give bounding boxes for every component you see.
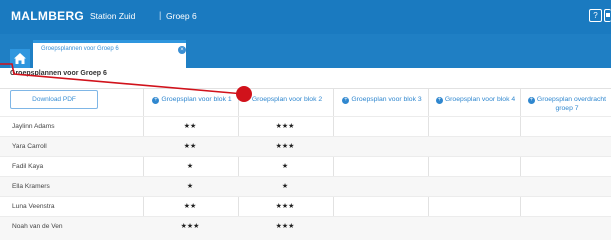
rating-blok-1: ★★ bbox=[183, 203, 197, 210]
plus-icon: + bbox=[435, 97, 443, 104]
student-name[interactable]: Yara Carroll bbox=[12, 143, 47, 150]
column-header-blok-3[interactable]: + Groepsplan voor blok 3 bbox=[336, 95, 428, 104]
school-name[interactable]: Station Zuid bbox=[90, 11, 135, 21]
breadcrumb-separator: | bbox=[159, 10, 162, 20]
group-name[interactable]: Groep 6 bbox=[166, 11, 197, 21]
column-header-blok-4[interactable]: + Groepsplan voor blok 4 bbox=[431, 95, 520, 104]
rating-blok-1: ★ bbox=[186, 183, 194, 190]
column-header-blok-2[interactable]: Groepsplan voor blok 2 bbox=[241, 95, 333, 104]
student-name[interactable]: Luna Veenstra bbox=[12, 203, 55, 210]
logout-icon[interactable] bbox=[604, 9, 611, 22]
table-row: Noah van de Ven ★★★ ★★★ bbox=[0, 216, 611, 240]
table-row: Luna Veenstra ★★ ★★★ bbox=[0, 196, 611, 216]
student-name[interactable]: Ella Kramers bbox=[12, 183, 50, 190]
rating-blok-2: ★ bbox=[281, 163, 289, 170]
annotation-marker-dot bbox=[236, 86, 252, 102]
malmberg-logo[interactable]: MALMBERG bbox=[11, 9, 84, 23]
student-name[interactable]: Noah van de Ven bbox=[12, 223, 63, 230]
plus-icon: + bbox=[527, 97, 535, 104]
rating-blok-1: ★ bbox=[186, 163, 194, 170]
annotation-pointer-line bbox=[0, 63, 245, 95]
rating-blok-2: ★★★ bbox=[275, 123, 295, 130]
rating-blok-1: ★★ bbox=[183, 143, 197, 150]
help-icon[interactable]: ? bbox=[589, 9, 602, 22]
student-name[interactable]: Fadil Kaya bbox=[12, 163, 43, 170]
rating-blok-2: ★★★ bbox=[275, 143, 295, 150]
column-header-overdracht[interactable]: + Groepsplan overdracht groep 7 bbox=[523, 95, 611, 113]
top-bar: MALMBERG Station Zuid | Groep 6 ? bbox=[0, 0, 611, 34]
table-row: Yara Carroll ★★ ★★★ bbox=[0, 136, 611, 156]
rating-blok-2: ★★★ bbox=[275, 203, 295, 210]
plus-icon: + bbox=[342, 97, 350, 104]
rating-blok-1: ★★ bbox=[183, 123, 197, 130]
rating-blok-2: ★ bbox=[281, 183, 289, 190]
rating-blok-1: ★★★ bbox=[180, 223, 200, 230]
tab-close-icon[interactable]: × bbox=[178, 46, 186, 54]
table-row: Fadil Kaya ★ ★ bbox=[0, 156, 611, 176]
table-row: Ella Kramers ★ ★ bbox=[0, 176, 611, 196]
table-row: Jaylinn Adams ★★ ★★★ bbox=[0, 116, 611, 136]
student-name[interactable]: Jaylinn Adams bbox=[12, 123, 55, 130]
tab-label: Groepsplannen voor Groep 6 bbox=[41, 46, 119, 52]
rating-blok-2: ★★★ bbox=[275, 223, 295, 230]
